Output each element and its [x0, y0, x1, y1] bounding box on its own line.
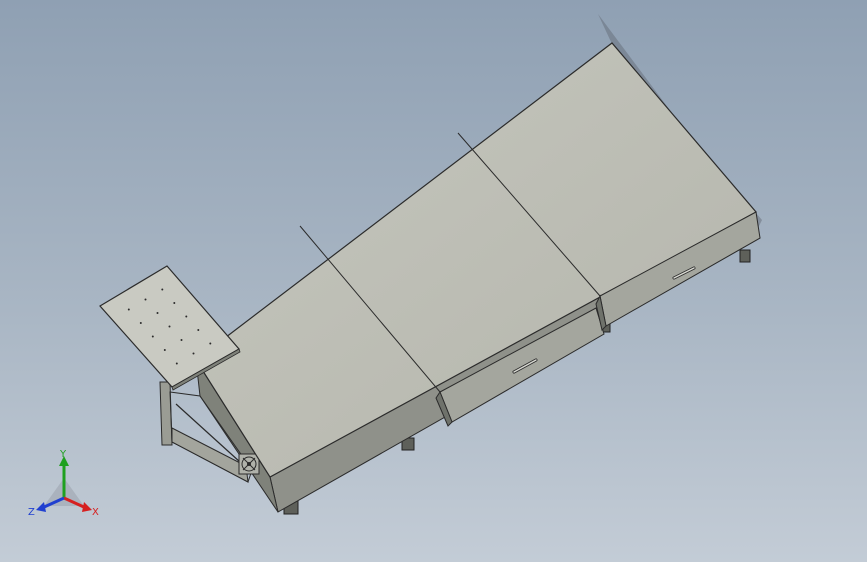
z-arrowhead-icon — [36, 502, 46, 512]
plate-hole — [168, 325, 171, 328]
plate-hole — [127, 308, 130, 311]
plate-hole — [144, 298, 147, 301]
table-leg — [739, 249, 751, 263]
support-post — [159, 381, 173, 446]
plate-hole — [180, 339, 183, 341]
plate-hole — [161, 288, 164, 291]
plate-hole — [173, 302, 176, 304]
plate-hole — [151, 335, 154, 338]
z-axis-label: Z — [28, 507, 35, 518]
plate-hole — [156, 312, 159, 314]
graphics-viewport[interactable]: Y X Z — [0, 0, 867, 562]
plate-hole — [209, 342, 212, 345]
plate-hole — [163, 349, 166, 351]
plate-hole — [185, 315, 188, 318]
fan-icon — [238, 453, 260, 475]
axis-triad[interactable]: Y X Z — [26, 448, 102, 524]
cad-model-view[interactable] — [0, 0, 867, 562]
plate-hole — [139, 322, 142, 324]
x-arrowhead-icon — [82, 502, 92, 512]
plate-hole — [197, 329, 200, 331]
y-axis-label: Y — [59, 449, 67, 460]
plate-hole — [175, 362, 178, 365]
plate-hole — [192, 352, 195, 355]
x-axis-label: X — [92, 507, 99, 518]
